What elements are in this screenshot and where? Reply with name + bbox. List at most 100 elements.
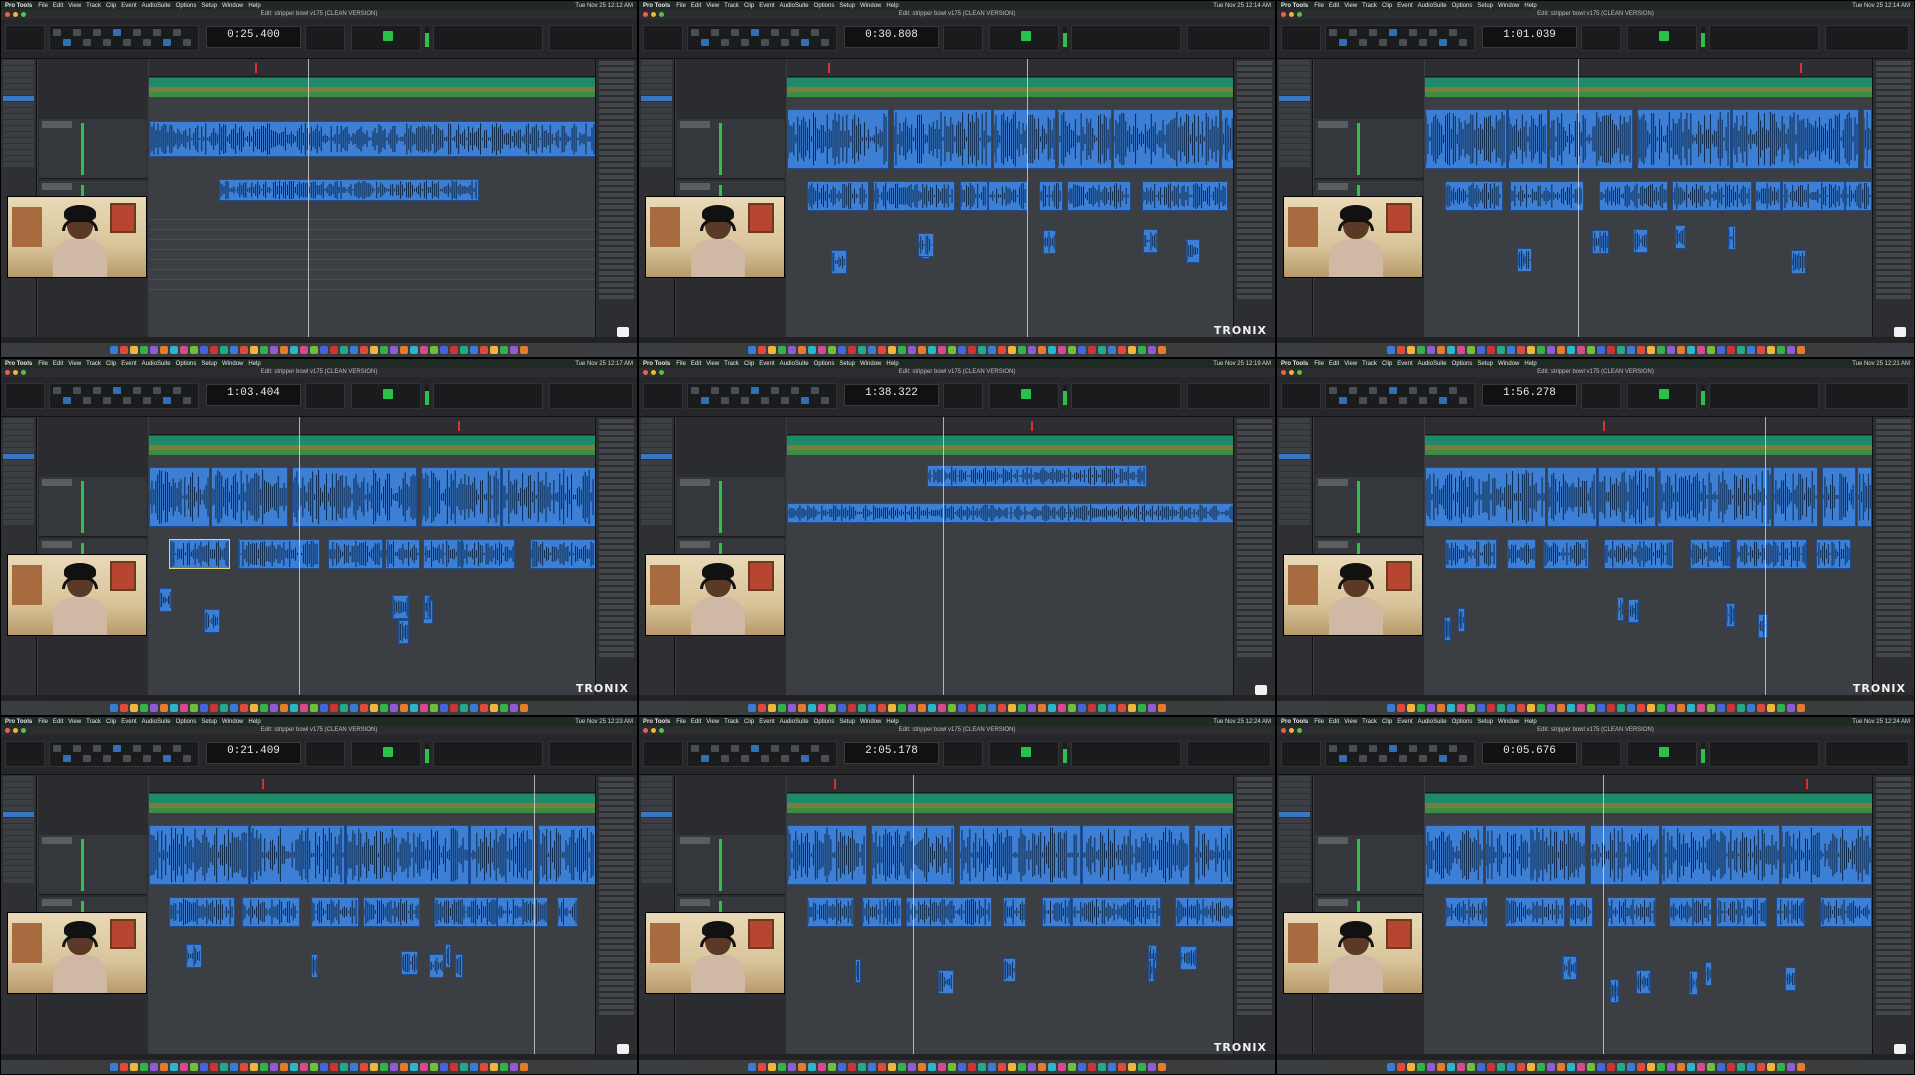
clip-list-row[interactable] [1237, 575, 1272, 579]
record-enable-button[interactable] [1659, 389, 1669, 399]
clip-list-row[interactable] [599, 455, 634, 459]
track-list-row[interactable] [1279, 90, 1310, 95]
dock-app-icon[interactable] [1626, 346, 1635, 354]
clip-list-row[interactable] [1876, 437, 1911, 441]
dock-app-icon[interactable] [978, 346, 986, 354]
track-list-row[interactable] [1279, 490, 1310, 495]
track-list-row[interactable] [1279, 472, 1310, 477]
dock-app-icon[interactable] [948, 704, 956, 712]
clip-list-row[interactable] [1876, 163, 1911, 167]
dock-app-icon[interactable] [968, 704, 976, 712]
audio-clip[interactable] [1689, 971, 1698, 995]
tool-button[interactable] [1399, 39, 1407, 46]
clip-list-row[interactable] [1876, 253, 1911, 257]
dock-app-icon[interactable] [270, 1063, 278, 1071]
dock-app-icon[interactable] [510, 1063, 518, 1071]
clip-list-row[interactable] [1237, 247, 1272, 251]
track-list-row[interactable] [641, 490, 672, 495]
clip-list-row[interactable] [1237, 241, 1272, 245]
clip-list-row[interactable] [1876, 187, 1911, 191]
dock-app-icon[interactable] [1586, 1063, 1595, 1071]
clip-list[interactable] [595, 417, 637, 701]
dock-app-icon[interactable] [1766, 346, 1775, 354]
clip-list-row[interactable] [1237, 921, 1272, 925]
audio-clip[interactable] [204, 609, 220, 633]
track-name[interactable] [1318, 899, 1348, 906]
clip-list-row[interactable] [1237, 533, 1272, 537]
clip-list-row[interactable] [1237, 443, 1272, 447]
dock-app-icon[interactable] [440, 346, 448, 354]
dock-app-icon[interactable] [1516, 346, 1525, 354]
clip-list-row[interactable] [599, 599, 634, 603]
audio-clip[interactable] [250, 825, 345, 885]
track-list-row[interactable] [641, 126, 672, 131]
clip-list-row[interactable] [1876, 939, 1911, 943]
clip-list-row[interactable] [1237, 145, 1272, 149]
track-list-row[interactable] [3, 424, 34, 429]
track-list-row[interactable] [641, 448, 672, 453]
dock-app-icon[interactable] [1118, 346, 1126, 354]
dock-app-icon[interactable] [1676, 704, 1685, 712]
clip-list-row[interactable] [1876, 247, 1911, 251]
clip-list-row[interactable] [1237, 539, 1272, 543]
dock-app-icon[interactable] [1476, 346, 1485, 354]
track-name[interactable] [1318, 183, 1348, 190]
clip-list-row[interactable] [1237, 509, 1272, 513]
audio-clip[interactable] [993, 109, 1056, 169]
clip-list[interactable] [595, 59, 637, 343]
clip-list-row[interactable] [1237, 563, 1272, 567]
clip-list-row[interactable] [599, 855, 634, 859]
clip-list-row[interactable] [1237, 133, 1272, 137]
dock-app-icon[interactable] [1008, 346, 1016, 354]
dock-app-icon[interactable] [1556, 704, 1565, 712]
clip-list-row[interactable] [1237, 933, 1272, 937]
dock-app-icon[interactable] [778, 1063, 786, 1071]
track-list-row[interactable] [641, 66, 672, 71]
dock-app-icon[interactable] [1646, 704, 1655, 712]
menu-item-audiosuite[interactable]: AudioSuite [780, 719, 809, 725]
clip-list-row[interactable] [1876, 581, 1911, 585]
tool-button[interactable] [83, 397, 91, 404]
clip-list-row[interactable] [1876, 789, 1911, 793]
clip-list-row[interactable] [1876, 969, 1911, 973]
timeline-ruler[interactable] [149, 59, 595, 77]
track-name[interactable] [680, 899, 710, 906]
clip-list-row[interactable] [1876, 217, 1911, 221]
tool-button[interactable] [1339, 39, 1347, 46]
minimize-window-button[interactable] [13, 12, 18, 17]
dock-app-icon[interactable] [828, 346, 836, 354]
audio-clip[interactable] [1604, 539, 1674, 569]
clip-list-row[interactable] [1237, 819, 1272, 823]
clip-list-row[interactable] [599, 641, 634, 645]
dock-app-icon[interactable] [340, 704, 348, 712]
dock-app-icon[interactable] [370, 1063, 378, 1071]
clip-list-row[interactable] [1876, 993, 1911, 997]
menu-item-edit[interactable]: Edit [691, 361, 701, 367]
dock-app-icon[interactable] [1466, 346, 1475, 354]
track-list-row[interactable] [1279, 866, 1310, 871]
tool-button[interactable] [781, 397, 789, 404]
tool-button[interactable] [1409, 29, 1417, 36]
clip-list-row[interactable] [1876, 563, 1911, 567]
track-list-row[interactable] [641, 150, 672, 155]
clip-list[interactable] [1233, 59, 1275, 343]
clip-list-row[interactable] [1237, 109, 1272, 113]
clip-list-row[interactable] [599, 843, 634, 847]
main-counter[interactable]: 1:03.404 [206, 384, 301, 406]
dock-app-icon[interactable] [1596, 1063, 1605, 1071]
audio-clip[interactable] [219, 179, 479, 201]
dock-app-icon[interactable] [1028, 346, 1036, 354]
tool-button[interactable] [153, 29, 161, 36]
audio-clip[interactable] [1186, 239, 1200, 263]
audio-clip[interactable] [1633, 229, 1648, 253]
track-list-row[interactable] [1279, 418, 1310, 423]
clip-list-row[interactable] [1237, 211, 1272, 215]
track-list-row[interactable] [3, 520, 34, 525]
menu-item-setup[interactable]: Setup [839, 719, 855, 725]
tool-button[interactable] [1429, 387, 1437, 394]
menu-item-file[interactable]: File [38, 719, 48, 725]
tool-button[interactable] [1379, 755, 1387, 762]
dock-app-icon[interactable] [1148, 346, 1156, 354]
tool-button[interactable] [821, 755, 829, 762]
dock-app-icon[interactable] [450, 1063, 458, 1071]
